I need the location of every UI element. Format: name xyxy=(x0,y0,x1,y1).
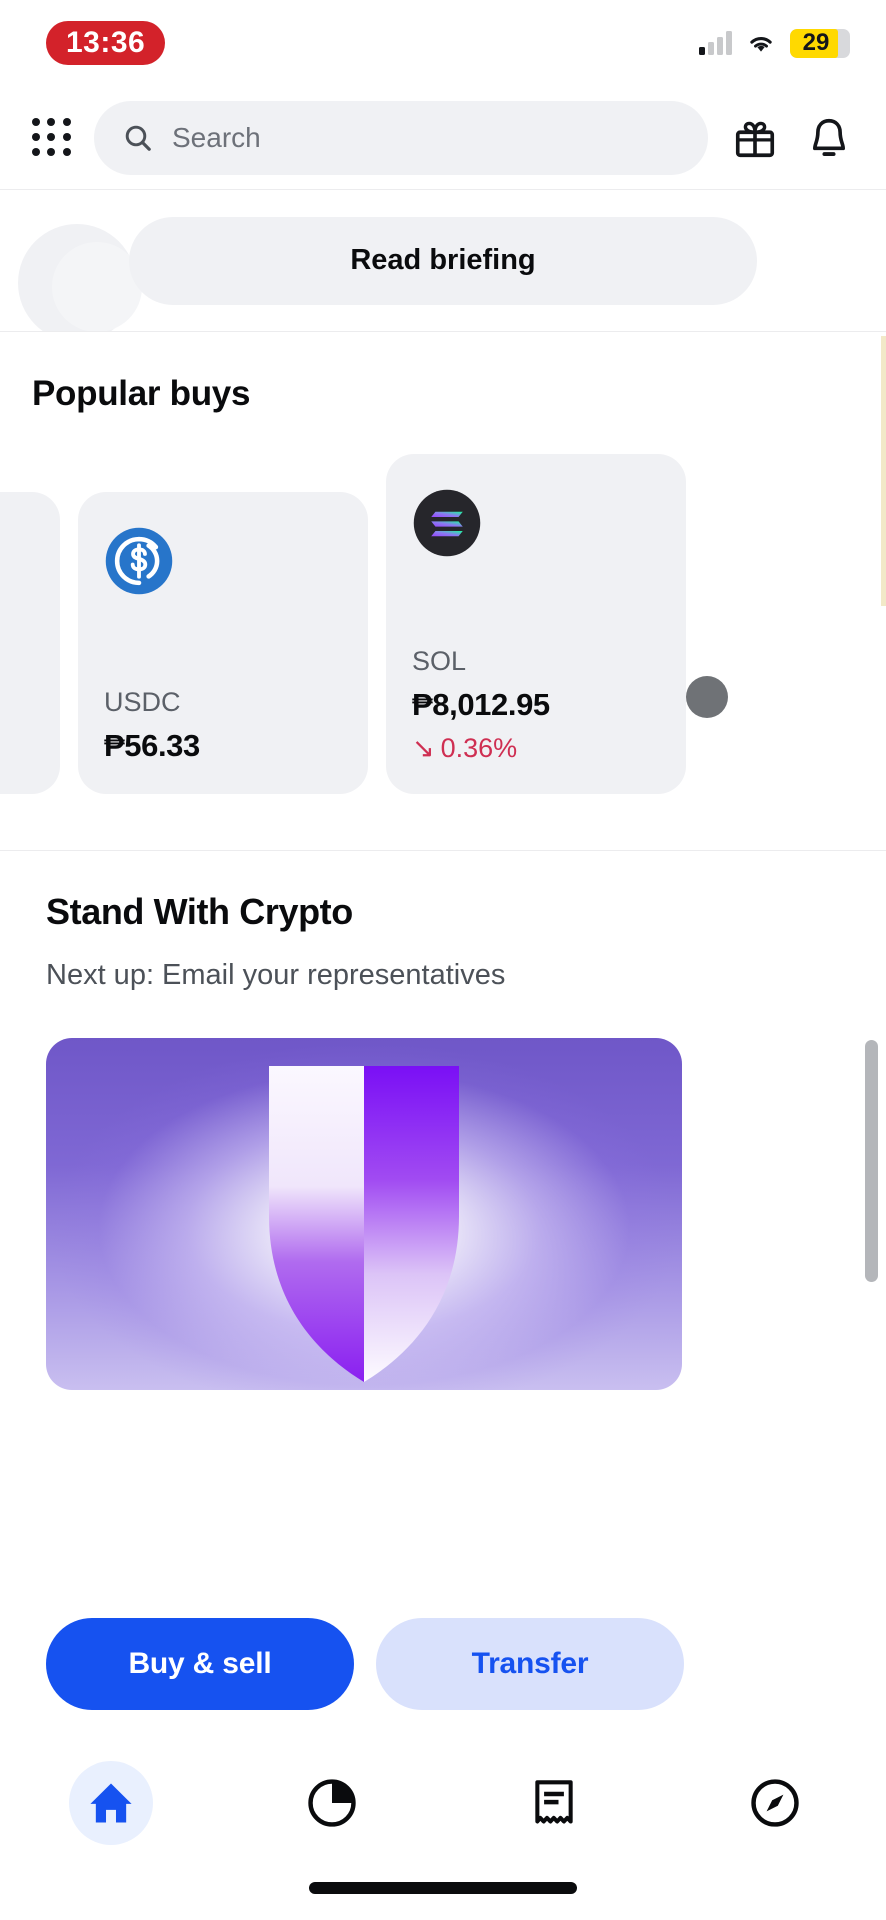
home-icon xyxy=(90,1783,132,1823)
coin-symbol: SOL xyxy=(412,646,467,676)
popular-buys-section: Popular buys USDC ₱56.33 SOL ₱8,012.95 ↘… xyxy=(0,332,886,851)
battery-level: 29 xyxy=(802,29,830,56)
solana-coin-icon xyxy=(413,489,481,557)
search-placeholder: Search xyxy=(172,121,261,153)
purple-shield-illustration[interactable] xyxy=(46,1038,682,1390)
status-time: 13:36 xyxy=(46,21,166,65)
receipt-icon xyxy=(535,1780,573,1824)
swc-subtitle: Next up: Email your representatives xyxy=(46,959,506,991)
stand-with-crypto-section: Stand With Crypto Next up: Email your re… xyxy=(0,851,886,1390)
nav-item-home[interactable] xyxy=(0,1761,222,1845)
nav-item-transactions[interactable] xyxy=(443,1776,665,1830)
buy-sell-button[interactable]: Buy & sell xyxy=(46,1618,354,1710)
search-icon xyxy=(125,125,151,151)
nav-active-highlight xyxy=(68,1761,153,1845)
read-briefing-button[interactable]: Read briefing xyxy=(129,216,757,305)
status-indicators: 29 xyxy=(699,28,850,58)
app-header: Search xyxy=(0,86,886,190)
buy-card-sol-body: SOL ₱8,012.95 ↘ 0.36% xyxy=(412,646,550,764)
home-indicator xyxy=(309,1882,577,1894)
usdc-coin-icon xyxy=(105,527,173,595)
coin-change: ↘ 0.36% xyxy=(412,733,550,764)
wifi-icon xyxy=(750,37,772,52)
briefing-section: Read briefing xyxy=(0,190,886,332)
coin-price: ₱8,012.95 xyxy=(412,687,550,722)
carousel-handle[interactable] xyxy=(686,676,728,718)
buy-card-partial[interactable] xyxy=(0,492,60,794)
page-edge-indicator xyxy=(881,336,886,606)
shield-icon xyxy=(269,1066,459,1382)
app-screen: 13:36 29 Search Read briefing Popular bu… xyxy=(0,0,886,1920)
nav-item-portfolio[interactable] xyxy=(222,1775,444,1831)
search-input[interactable]: Search xyxy=(94,100,708,175)
coin-price: ₱56.33 xyxy=(104,728,200,763)
popular-buys-title: Popular buys xyxy=(32,374,251,413)
nav-item-explore[interactable] xyxy=(665,1775,886,1831)
compass-icon xyxy=(751,1779,799,1827)
transfer-button[interactable]: Transfer xyxy=(376,1618,684,1710)
bell-notification-icon[interactable] xyxy=(802,111,856,165)
pie-chart-icon xyxy=(308,1779,356,1827)
grid-apps-icon[interactable] xyxy=(30,116,74,160)
cellular-signal-icon xyxy=(699,31,732,55)
coin-symbol: USDC xyxy=(104,687,181,717)
status-bar: 13:36 29 xyxy=(0,0,886,86)
change-value: 0.36% xyxy=(440,733,518,763)
vertical-scrollbar[interactable] xyxy=(865,1040,878,1282)
bottom-navigation-bar xyxy=(0,1748,886,1858)
action-buttons: Buy & sell Transfer xyxy=(0,1618,886,1710)
popular-buys-carousel[interactable]: USDC ₱56.33 SOL ₱8,012.95 ↘ 0.36% xyxy=(0,414,886,850)
gift-icon[interactable] xyxy=(728,111,782,165)
change-arrow-icon: ↘ xyxy=(412,733,435,763)
buy-card-usdc-body: USDC ₱56.33 xyxy=(104,687,200,764)
buy-card-sol[interactable]: SOL ₱8,012.95 ↘ 0.36% xyxy=(386,454,728,794)
battery-indicator: 29 xyxy=(790,28,850,58)
swc-title: Stand With Crypto xyxy=(46,891,353,932)
buy-card-usdc[interactable]: USDC ₱56.33 xyxy=(78,492,368,794)
